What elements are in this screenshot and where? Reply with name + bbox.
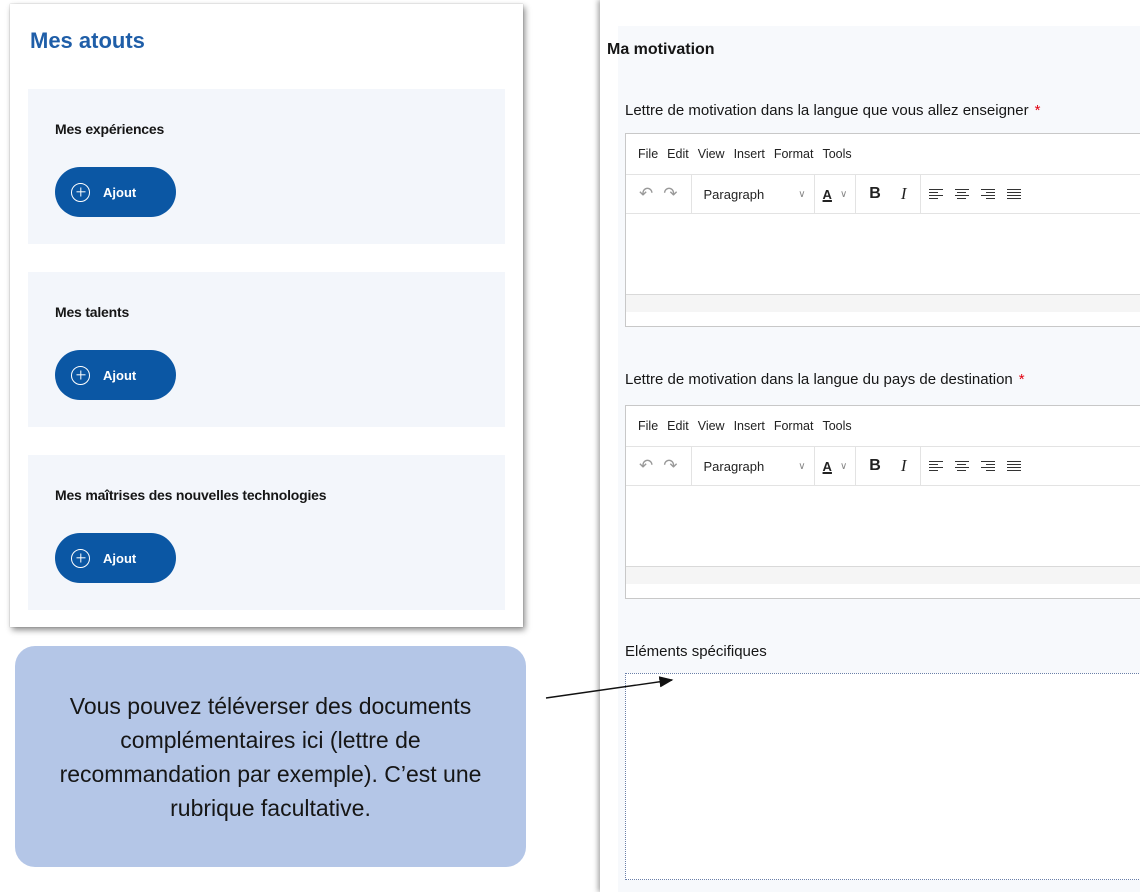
- plus-circle-icon: [71, 182, 90, 202]
- editor-statusbar: [626, 294, 1140, 312]
- menu-file[interactable]: File: [638, 419, 658, 433]
- label-text: Lettre de motivation dans la langue du p…: [625, 371, 1013, 388]
- chevron-down-icon: ∨: [839, 188, 848, 200]
- text-color-icon: A: [822, 458, 832, 474]
- editor-teaching-language[interactable]: File Edit View Insert Format Tools ↶ ↷ P…: [625, 133, 1140, 327]
- field-label-teaching-language: Lettre de motivation dans la langue que …: [625, 102, 1040, 119]
- align-justify-icon[interactable]: [1006, 460, 1021, 472]
- text-color-icon: A: [822, 186, 832, 202]
- menu-edit[interactable]: Edit: [667, 147, 689, 161]
- align-left-icon[interactable]: [928, 188, 943, 200]
- block-format-value: Paragraph: [703, 186, 765, 202]
- redo-icon[interactable]: ↷: [658, 184, 682, 204]
- editor-toolbar: ↶ ↷ Paragraph ∨ A ∨ B I: [626, 446, 1140, 486]
- editor-toolbar: ↶ ↷ Paragraph ∨ A ∨ B I: [626, 174, 1140, 214]
- align-center-icon[interactable]: [954, 460, 969, 472]
- card-technologies: Mes maîtrises des nouvelles technologies…: [28, 455, 505, 610]
- card-title: Mes maîtrises des nouvelles technologies: [55, 487, 327, 503]
- italic-button[interactable]: I: [896, 184, 912, 204]
- block-format-value: Paragraph: [703, 458, 765, 474]
- menu-tools[interactable]: Tools: [822, 147, 851, 161]
- menu-insert[interactable]: Insert: [734, 419, 765, 433]
- align-center-icon[interactable]: [954, 188, 969, 200]
- card-title: Mes expériences: [55, 121, 165, 137]
- menu-format[interactable]: Format: [774, 419, 814, 433]
- bold-button[interactable]: B: [864, 185, 886, 203]
- menu-tools[interactable]: Tools: [822, 419, 851, 433]
- atouts-panel: Mes atouts Mes expériences Ajout Mes tal…: [10, 4, 523, 627]
- menu-view[interactable]: View: [698, 147, 725, 161]
- menu-file[interactable]: File: [638, 147, 658, 161]
- bold-button[interactable]: B: [864, 457, 886, 475]
- callout-text: Vous pouvez téléverser des documents com…: [59, 692, 482, 821]
- add-button-label: Ajout: [103, 367, 137, 383]
- required-mark: *: [1018, 371, 1025, 388]
- add-experience-button[interactable]: Ajout: [55, 167, 176, 217]
- editor-menubar: File Edit View Insert Format Tools: [626, 406, 1140, 446]
- undo-icon[interactable]: ↶: [634, 184, 658, 204]
- plus-circle-icon: [71, 365, 90, 385]
- add-button-label: Ajout: [103, 550, 137, 566]
- motivation-title: Ma motivation: [607, 41, 715, 58]
- menu-view[interactable]: View: [698, 419, 725, 433]
- block-format-select[interactable]: Paragraph ∨: [700, 459, 806, 474]
- chevron-down-icon: ∨: [798, 460, 806, 472]
- text-color-button[interactable]: A ∨: [823, 459, 848, 474]
- align-left-icon[interactable]: [928, 460, 943, 472]
- help-callout: Vous pouvez téléverser des documents com…: [15, 646, 526, 867]
- align-right-icon[interactable]: [980, 188, 995, 200]
- editor-destination-language[interactable]: File Edit View Insert Format Tools ↶ ↷ P…: [625, 405, 1140, 599]
- text-color-button[interactable]: A ∨: [823, 187, 848, 202]
- card-talents: Mes talents Ajout: [28, 272, 505, 427]
- add-technology-button[interactable]: Ajout: [55, 533, 176, 583]
- align-justify-icon[interactable]: [1006, 188, 1021, 200]
- field-label-specific: Eléments spécifiques: [625, 643, 767, 660]
- editor-statusbar: [626, 566, 1140, 584]
- editor-body[interactable]: [626, 214, 1140, 294]
- add-talent-button[interactable]: Ajout: [55, 350, 176, 400]
- card-experiences: Mes expériences Ajout: [28, 89, 505, 244]
- align-right-icon[interactable]: [980, 460, 995, 472]
- menu-insert[interactable]: Insert: [734, 147, 765, 161]
- menu-edit[interactable]: Edit: [667, 419, 689, 433]
- editor-menubar: File Edit View Insert Format Tools: [626, 134, 1140, 174]
- required-mark: *: [1034, 102, 1041, 119]
- label-text: Lettre de motivation dans la langue que …: [625, 102, 1029, 119]
- plus-circle-icon: [71, 548, 90, 568]
- card-title: Mes talents: [55, 304, 130, 320]
- file-dropzone[interactable]: [625, 673, 1140, 880]
- chevron-down-icon: ∨: [798, 188, 806, 200]
- editor-body[interactable]: [626, 486, 1140, 566]
- undo-icon[interactable]: ↶: [634, 456, 658, 476]
- chevron-down-icon: ∨: [839, 460, 848, 472]
- add-button-label: Ajout: [103, 184, 137, 200]
- field-label-destination-language: Lettre de motivation dans la langue du p…: [625, 371, 1025, 388]
- block-format-select[interactable]: Paragraph ∨: [700, 187, 806, 202]
- menu-format[interactable]: Format: [774, 147, 814, 161]
- italic-button[interactable]: I: [896, 456, 912, 476]
- atouts-title: Mes atouts: [30, 28, 145, 53]
- redo-icon[interactable]: ↷: [658, 456, 682, 476]
